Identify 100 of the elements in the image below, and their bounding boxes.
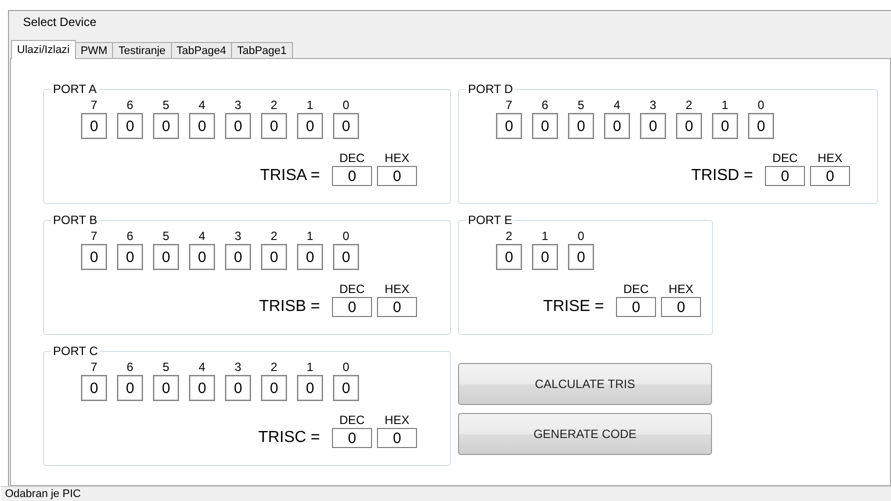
dec-field[interactable]: 0 [332, 166, 372, 186]
tab[interactable]: Ulazi/Izlazi [11, 40, 76, 59]
dec-field[interactable]: 0 [616, 297, 656, 317]
bit-field[interactable]: 0 [225, 244, 251, 270]
bit-label: 1 [306, 229, 314, 243]
bit-field[interactable]: 0 [117, 244, 143, 270]
dec-label: DEC [339, 151, 365, 165]
bit-field[interactable]: 0 [532, 113, 558, 139]
bit-label: 7 [506, 98, 512, 112]
bit-field[interactable]: 0 [532, 244, 558, 270]
tab[interactable]: TabPage4 [170, 42, 232, 58]
dec-field[interactable]: 0 [765, 166, 805, 186]
group-title: PORT A [51, 83, 99, 96]
bit-field[interactable]: 0 [81, 375, 107, 401]
bit-field[interactable]: 0 [261, 113, 287, 139]
bit-label: 0 [342, 229, 350, 243]
tab[interactable]: PWM [74, 42, 114, 58]
bit-label: 6 [126, 98, 134, 112]
bit-label: 2 [506, 229, 512, 243]
hex-label: HEX [668, 282, 694, 296]
action-button[interactable]: CALCULATE TRIS [458, 363, 712, 405]
bit-field[interactable]: 0 [261, 375, 287, 401]
tab[interactable]: Testiranje [112, 42, 172, 58]
bit-field[interactable]: 0 [604, 113, 630, 139]
bit-field[interactable]: 0 [153, 375, 179, 401]
bit-label: 7 [90, 98, 98, 112]
tris-label: TRISE = [543, 297, 604, 317]
menu-item[interactable]: Select Device [17, 13, 102, 31]
hex-label: HEX [384, 282, 410, 296]
bit-field[interactable]: 0 [225, 113, 251, 139]
bit-field[interactable]: 0 [297, 113, 323, 139]
bit-field[interactable]: 0 [189, 113, 215, 139]
bit-field[interactable]: 0 [153, 113, 179, 139]
bit-field[interactable]: 0 [676, 113, 702, 139]
hex-field[interactable]: 0 [377, 428, 417, 448]
bit-label: 2 [270, 98, 278, 112]
bit-field[interactable]: 0 [333, 375, 359, 401]
bit-field[interactable]: 0 [297, 244, 323, 270]
bit-field[interactable]: 0 [297, 375, 323, 401]
bit-label: 0 [342, 360, 350, 374]
dec-label: DEC [339, 413, 365, 427]
bit-field[interactable]: 0 [568, 113, 594, 139]
bit-field[interactable]: 0 [261, 244, 287, 270]
group-title: PORT C [51, 345, 100, 358]
bit-label: 3 [234, 229, 242, 243]
tris-label: TRISD = [691, 166, 753, 186]
bit-label: 2 [270, 229, 278, 243]
hex-field[interactable]: 0 [377, 166, 417, 186]
tab[interactable]: TabPage1 [231, 42, 293, 58]
bit-field[interactable]: 0 [496, 244, 522, 270]
bit-field[interactable]: 0 [496, 113, 522, 139]
hex-field[interactable]: 0 [661, 297, 701, 317]
tris-label: TRISC = [258, 428, 320, 448]
bit-field[interactable]: 0 [153, 244, 179, 270]
bit-label: 3 [650, 98, 656, 112]
bit-label: 4 [198, 98, 206, 112]
bit-label: 6 [126, 360, 134, 374]
group-title: PORT D [466, 83, 515, 96]
bit-field[interactable]: 0 [640, 113, 666, 139]
bit-label: 1 [542, 229, 548, 243]
bit-field[interactable]: 0 [117, 375, 143, 401]
group-title: PORT B [51, 214, 100, 227]
bit-label: 1 [306, 98, 314, 112]
bit-label: 7 [90, 229, 98, 243]
bit-label: 2 [270, 360, 278, 374]
group-title: PORT E [466, 214, 514, 227]
bit-field[interactable]: 0 [333, 244, 359, 270]
bit-field[interactable]: 0 [333, 113, 359, 139]
hex-label: HEX [384, 413, 410, 427]
dec-field[interactable]: 0 [332, 297, 372, 317]
bit-label: 6 [542, 98, 548, 112]
hex-field[interactable]: 0 [377, 297, 417, 317]
bit-field[interactable]: 0 [568, 244, 594, 270]
bit-field[interactable]: 0 [712, 113, 738, 139]
tris-label: TRISB = [259, 297, 320, 317]
tris-label: TRISA = [260, 166, 320, 186]
bit-label: 5 [162, 360, 170, 374]
bit-label: 5 [162, 98, 170, 112]
bit-label: 0 [342, 98, 350, 112]
bit-field[interactable]: 0 [117, 113, 143, 139]
bit-field[interactable]: 0 [225, 375, 251, 401]
bit-field[interactable]: 0 [189, 375, 215, 401]
hex-label: HEX [818, 151, 842, 165]
bit-label: 7 [90, 360, 98, 374]
bit-field[interactable]: 0 [81, 244, 107, 270]
dec-label: DEC [623, 282, 649, 296]
bit-field[interactable]: 0 [189, 244, 215, 270]
bit-label: 3 [234, 98, 242, 112]
action-button[interactable]: GENERATE CODE [458, 413, 712, 455]
bit-label: 6 [126, 229, 134, 243]
bit-label: 0 [578, 229, 584, 243]
bit-label: 4 [198, 360, 206, 374]
bit-label: 2 [686, 98, 692, 112]
hex-label: HEX [384, 151, 410, 165]
dec-field[interactable]: 0 [332, 428, 372, 448]
bit-field[interactable]: 0 [81, 113, 107, 139]
bit-label: 1 [722, 98, 728, 112]
hex-field[interactable]: 0 [810, 166, 850, 186]
bit-label: 1 [306, 360, 314, 374]
bit-field[interactable]: 0 [748, 113, 774, 139]
